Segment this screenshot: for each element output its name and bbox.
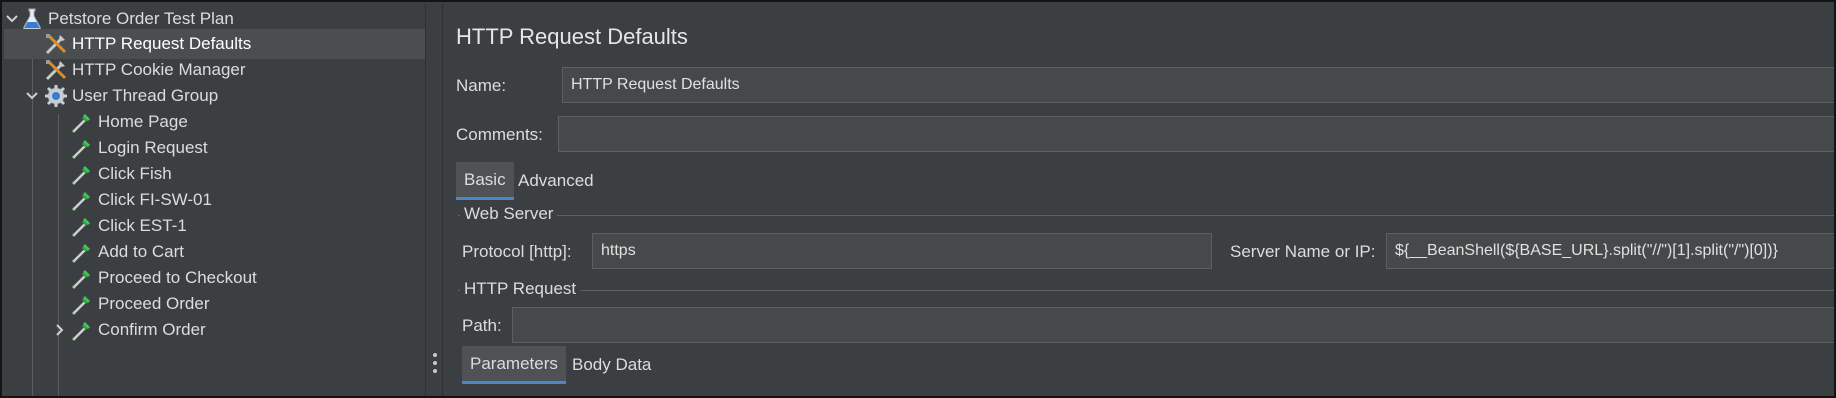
http-request-group-title: HTTP Request xyxy=(460,279,581,299)
tree-node-label: HTTP Cookie Manager xyxy=(72,60,246,79)
tree-node-label: Click FI-SW-01 xyxy=(98,190,212,209)
pipette-icon xyxy=(68,186,96,214)
config-panel: HTTP Request Defaults Name: HTTP Request… xyxy=(444,4,1834,396)
comments-label: Comments: xyxy=(456,125,543,144)
tab-basic[interactable]: Basic xyxy=(456,162,514,200)
tab-body-data[interactable]: Body Data xyxy=(564,346,659,384)
test-plan-tree[interactable]: Petstore Order Test Plan HTTP Request De… xyxy=(4,4,425,396)
tree-node-label: Click EST-1 xyxy=(98,216,187,235)
pipette-icon xyxy=(68,134,96,162)
pipette-icon xyxy=(68,108,96,136)
panel-splitter[interactable] xyxy=(425,4,443,396)
pipette-icon xyxy=(68,264,96,292)
tree-node-label: HTTP Request Defaults xyxy=(72,34,252,53)
tab-advanced[interactable]: Advanced xyxy=(510,162,602,200)
wrench-screwdriver-icon xyxy=(42,56,70,84)
name-label: Name: xyxy=(456,76,507,95)
tree-node-confirm-order[interactable]: Confirm Order xyxy=(4,315,425,345)
tree-node-label: User Thread Group xyxy=(72,86,219,105)
path-field[interactable] xyxy=(512,307,1834,343)
tree-node-label: Proceed Order xyxy=(98,294,210,313)
tree-node-label: Confirm Order xyxy=(98,320,206,339)
pipette-icon xyxy=(68,316,96,344)
pipette-icon xyxy=(68,212,96,240)
web-server-group-title: Web Server xyxy=(460,204,558,224)
tree-node-label: Click Fish xyxy=(98,164,172,183)
name-field[interactable]: HTTP Request Defaults xyxy=(562,67,1834,103)
http-request-group-border xyxy=(458,290,1834,291)
comments-field[interactable] xyxy=(558,116,1834,152)
wrench-screwdriver-icon xyxy=(42,30,70,58)
pipette-icon xyxy=(68,290,96,318)
server-name-label: Server Name or IP: xyxy=(1230,242,1376,261)
splitter-grip-dot xyxy=(433,369,437,373)
tree-node-label: Petstore Order Test Plan xyxy=(48,9,234,28)
tree-node-label: Login Request xyxy=(98,138,208,157)
chevron-down-icon[interactable] xyxy=(24,88,40,104)
tab-parameters[interactable]: Parameters xyxy=(462,346,566,384)
tree-node-label: Add to Cart xyxy=(98,242,184,261)
chevron-right-icon[interactable] xyxy=(52,322,68,338)
tree-node-label: Home Page xyxy=(98,112,188,131)
protocol-label: Protocol [http]: xyxy=(462,242,572,261)
protocol-field[interactable]: https xyxy=(592,233,1212,269)
app-window: Petstore Order Test Plan HTTP Request De… xyxy=(0,0,1836,398)
pipette-icon xyxy=(68,238,96,266)
gear-icon xyxy=(42,82,70,110)
path-label: Path: xyxy=(462,316,502,335)
splitter-grip-dot xyxy=(433,361,437,365)
page-title: HTTP Request Defaults xyxy=(456,24,688,49)
server-name-field[interactable]: ${__BeanShell(${BASE_URL}.split("//")[1]… xyxy=(1386,233,1834,269)
splitter-grip-dot xyxy=(433,353,437,357)
pipette-icon xyxy=(68,160,96,188)
web-server-group-border xyxy=(458,215,1834,216)
tree-node-label: Proceed to Checkout xyxy=(98,268,257,287)
